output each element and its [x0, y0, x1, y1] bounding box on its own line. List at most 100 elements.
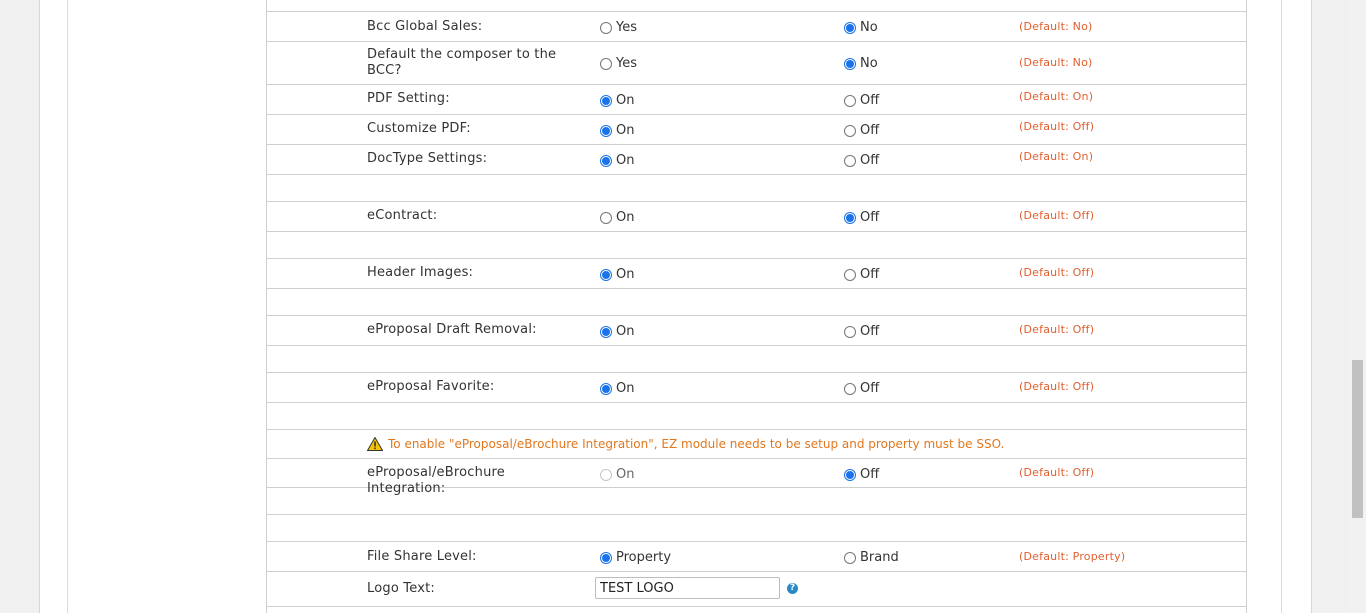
radio-button-selected[interactable]	[600, 268, 612, 281]
default-value: (Default: Off)	[1019, 323, 1095, 336]
radio-option-yes[interactable]: Yes	[600, 20, 637, 35]
radio-label: Off	[860, 153, 880, 168]
setting-row-eproposal-ebrochure-integration: eProposal/eBrochure Integration: On Off …	[267, 459, 1246, 496]
radio-label: Off	[860, 267, 880, 282]
setting-label: eProposal Draft Removal:	[367, 322, 537, 337]
radio-option-off[interactable]: Off	[844, 153, 879, 168]
radio-button-selected[interactable]	[844, 211, 856, 224]
radio-option-property[interactable]: Property	[600, 550, 671, 565]
radio-button[interactable]	[844, 382, 856, 395]
table-row-spacer	[267, 232, 1246, 259]
radio-option-off[interactable]: Off	[844, 210, 879, 225]
integration-warning-row: To enable "eProposal/eBrochure Integrati…	[267, 430, 1246, 459]
radio-label: On	[616, 93, 635, 108]
integration-warning: To enable "eProposal/eBrochure Integrati…	[367, 437, 1004, 451]
radio-label: On	[616, 267, 635, 282]
radio-option-no[interactable]: No	[844, 20, 878, 35]
default-value: (Default: Off)	[1019, 380, 1095, 393]
panel-divider-right	[1281, 0, 1282, 613]
radio-button[interactable]	[844, 94, 856, 107]
radio-option-off[interactable]: Off	[844, 467, 879, 482]
radio-button-selected[interactable]	[600, 325, 612, 338]
warning-text: To enable "eProposal/eBrochure Integrati…	[388, 437, 1005, 451]
setting-label: eProposal Favorite:	[367, 379, 495, 394]
radio-label: No	[860, 56, 878, 71]
radio-label: Yes	[616, 56, 637, 71]
radio-button-selected[interactable]	[844, 57, 856, 70]
radio-button[interactable]	[600, 211, 612, 224]
radio-button-selected[interactable]	[844, 468, 856, 481]
radio-option-yes[interactable]: Yes	[600, 56, 637, 71]
radio-option-off[interactable]: Off	[844, 381, 879, 396]
radio-option-off[interactable]: Off	[844, 93, 879, 108]
radio-button-selected[interactable]	[600, 124, 612, 137]
radio-label: On	[616, 324, 635, 339]
radio-option-on[interactable]: On	[600, 153, 634, 168]
setting-label: Logo Text:	[367, 581, 435, 596]
radio-option-off[interactable]: Off	[844, 267, 879, 282]
radio-option-on[interactable]: On	[600, 123, 634, 138]
radio-label: No	[860, 20, 878, 35]
radio-label: Off	[860, 210, 880, 225]
setting-label: Bcc Global Sales:	[367, 19, 483, 34]
table-row-spacer	[267, 175, 1246, 202]
scrollbar-thumb[interactable]	[1352, 360, 1363, 518]
radio-label: Off	[860, 324, 880, 339]
radio-button-selected[interactable]	[600, 551, 612, 564]
radio-button[interactable]	[844, 325, 856, 338]
radio-button[interactable]	[844, 154, 856, 167]
radio-label: Off	[860, 381, 880, 396]
default-value: (Default: Off)	[1019, 266, 1095, 279]
radio-option-on[interactable]: On	[600, 210, 634, 225]
help-icon[interactable]: ?	[787, 583, 798, 594]
table-row-spacer	[267, 515, 1246, 542]
logo-text-input[interactable]	[595, 577, 780, 599]
setting-label: DocType Settings:	[367, 151, 488, 166]
radio-option-brand[interactable]: Brand	[844, 550, 899, 565]
vertical-scrollbar[interactable]	[1349, 0, 1366, 613]
radio-option-on[interactable]: On	[600, 381, 634, 396]
radio-button[interactable]	[844, 551, 856, 564]
radio-button-selected[interactable]	[844, 21, 856, 34]
radio-label: Off	[860, 123, 880, 138]
radio-button-selected[interactable]	[600, 382, 612, 395]
radio-button[interactable]	[844, 124, 856, 137]
setting-row-default-composer-bcc: Default the composer to the BCC? Yes No …	[267, 42, 1246, 85]
table-row-spacer	[267, 0, 1246, 12]
radio-button[interactable]	[600, 21, 612, 34]
setting-row-econtract: eContract: On Off (Default: Off)	[267, 202, 1246, 232]
setting-label: Header Images:	[367, 265, 474, 280]
radio-button[interactable]	[600, 57, 612, 70]
default-value: (Default: Property)	[1019, 550, 1126, 563]
warning-icon	[367, 437, 383, 451]
radio-label: On	[616, 153, 635, 168]
radio-option-off[interactable]: Off	[844, 123, 879, 138]
radio-option-on[interactable]: On	[600, 267, 634, 282]
radio-label: On	[616, 123, 635, 138]
radio-option-on[interactable]: On	[600, 324, 634, 339]
radio-label: Brand	[860, 550, 899, 565]
setting-label: Default the composer to the BCC?	[367, 47, 557, 78]
radio-option-no[interactable]: No	[844, 56, 878, 71]
default-value: (Default: No)	[1019, 56, 1093, 69]
panel-divider-left	[67, 0, 68, 613]
table-row-spacer	[267, 289, 1246, 316]
radio-label: On	[616, 381, 635, 396]
radio-label: Off	[860, 467, 880, 482]
radio-option-on-disabled: On	[600, 467, 634, 482]
default-value: (Default: On)	[1019, 90, 1094, 103]
default-value: (Default: Off)	[1019, 466, 1095, 479]
radio-option-off[interactable]: Off	[844, 324, 879, 339]
default-value: (Default: On)	[1019, 150, 1094, 163]
radio-button[interactable]	[844, 268, 856, 281]
setting-label: File Share Level:	[367, 549, 477, 564]
default-value: (Default: Off)	[1019, 209, 1095, 222]
setting-row-file-share-level: File Share Level: Property Brand (Defaul…	[267, 542, 1246, 572]
table-row-spacer	[267, 403, 1246, 430]
radio-button-selected[interactable]	[600, 94, 612, 107]
radio-option-on[interactable]: On	[600, 93, 634, 108]
radio-button-selected[interactable]	[600, 154, 612, 167]
radio-label: On	[616, 467, 635, 482]
setting-row-eproposal-draft-removal: eProposal Draft Removal: On Off (Default…	[267, 316, 1246, 346]
setting-label: eContract:	[367, 208, 438, 223]
